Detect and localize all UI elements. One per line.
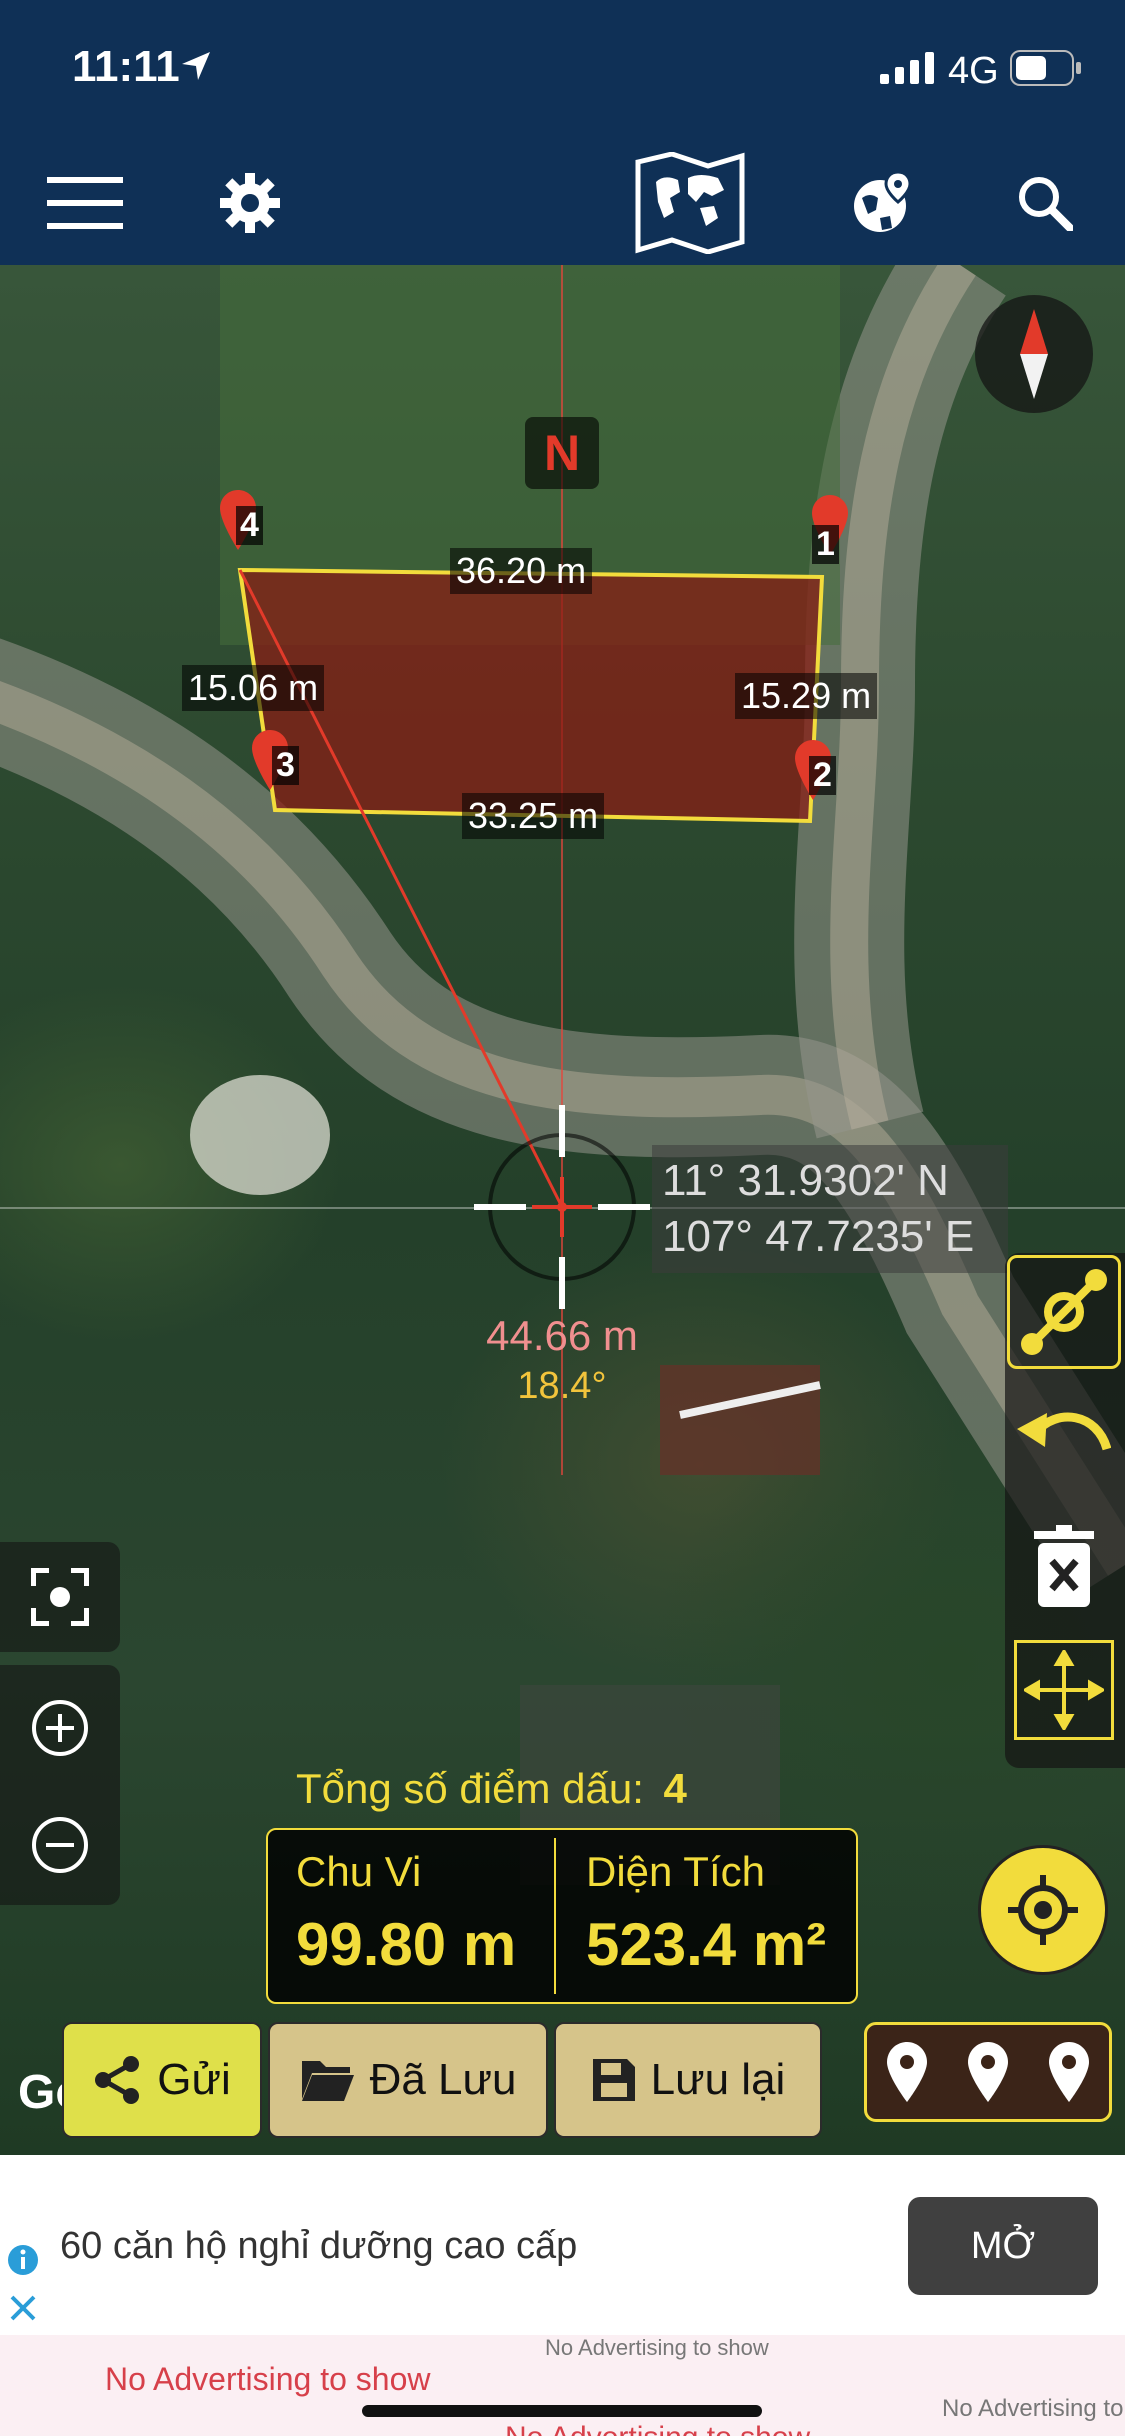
save-label: Lưu lại [650, 2055, 786, 2104]
ad-close-icon[interactable] [8, 2293, 38, 2323]
cursor-distance: 44.66 m [486, 1312, 638, 1359]
map-type-button[interactable] [630, 140, 750, 265]
settings-button[interactable] [200, 140, 300, 265]
no-ads-text: No Advertising to show [545, 2335, 769, 2360]
search-icon [1019, 176, 1073, 231]
perimeter-label: Chu Vi [296, 1848, 422, 1895]
longitude: 107° 47.7235' E [662, 1212, 975, 1261]
ad-banner[interactable]: 60 căn hộ nghỉ dưỡng cao cấp MỞ [0, 2155, 1125, 2335]
folder-icon [301, 2061, 354, 2101]
zoom-out-button[interactable] [0, 1787, 120, 1902]
marker-label: 3 [272, 746, 299, 785]
north-label: N [525, 417, 599, 489]
globe-button[interactable] [838, 140, 928, 265]
area-label: Diện Tích [586, 1848, 765, 1895]
crosshair-icon [474, 1105, 650, 1309]
no-ads-text: No Advertising to show [942, 2395, 1125, 2422]
world-map-icon [635, 151, 745, 254]
send-button[interactable]: Gửi [62, 2022, 262, 2138]
send-label: Gửi [157, 2055, 231, 2104]
app-header [0, 140, 1125, 265]
area-value: 523.4 m² [586, 1911, 827, 1978]
saved-button[interactable]: Đã Lưu [268, 2022, 548, 2138]
markers-toggle-button[interactable] [864, 2022, 1112, 2122]
undo-icon [1017, 1412, 1111, 1451]
cursor-angle: 18.4° [517, 1365, 607, 1407]
map-pin-icon [887, 2042, 928, 2102]
zoom-in-button[interactable] [0, 1670, 120, 1785]
marker-4[interactable]: 4 [220, 490, 263, 555]
gear-icon [220, 172, 280, 233]
gps-target-icon [1008, 1875, 1078, 1945]
zoom-out-icon [32, 1816, 88, 1873]
distance-left: 15.06 m [182, 665, 325, 711]
marker-label: 2 [809, 756, 836, 795]
points-value: 4 [663, 1765, 687, 1812]
marker-label: 1 [812, 525, 839, 564]
summary-divider [554, 1838, 556, 1994]
delete-button[interactable] [1007, 1510, 1121, 1624]
home-indicator [362, 2405, 762, 2417]
line-mode-button[interactable] [1007, 1255, 1121, 1369]
marker-label: 4 [236, 506, 263, 545]
measurement-summary: Chu Vi 99.80 m Diện Tích 523.4 m² [266, 1828, 858, 2004]
share-icon [95, 2056, 140, 2104]
status-bar: 11:11 4G [0, 0, 1125, 140]
no-ads-text: No Advertising to show [105, 2361, 431, 2397]
trash-icon [1034, 1525, 1094, 1607]
focus-frame-icon [31, 1568, 89, 1626]
marker-2[interactable]: 2 [795, 740, 836, 805]
distance-right: 15.29 m [735, 673, 878, 719]
save-button[interactable]: Lưu lại [554, 2022, 822, 2138]
perimeter-value: 99.80 m [296, 1911, 517, 1978]
distance-bottom: 33.25 m [462, 793, 605, 839]
marker-1[interactable]: 1 [812, 495, 848, 564]
distance-top: 36.20 m [450, 548, 593, 594]
points-count: Tổng số điểm dấu: 4 [296, 1765, 687, 1813]
search-button[interactable] [1000, 140, 1090, 265]
hamburger-menu-icon [47, 176, 123, 229]
zoom-in-icon [32, 1699, 88, 1756]
my-location-button[interactable] [978, 1845, 1108, 1975]
status-time: 11:11 [72, 42, 180, 91]
compass-needle-icon [1020, 309, 1048, 399]
ad-info-icon[interactable] [6, 2243, 40, 2277]
map-view[interactable]: N 1 2 3 4 36.20 m 15.29 m 33.25 m 15.06 … [0, 265, 1125, 2155]
signal-icon [880, 52, 934, 84]
expand-arrows-icon [1024, 1650, 1104, 1730]
compass-button[interactable] [975, 295, 1093, 413]
location-arrow-icon [182, 52, 210, 80]
network-type: 4G [948, 50, 999, 92]
ad-footer: No Advertising to show No Advertising to… [0, 2335, 1125, 2436]
globe-pin-icon [854, 169, 912, 232]
map-pin-icon [1048, 2042, 1089, 2102]
no-ads-text: No Advertising to show [505, 2421, 810, 2436]
ad-open-button[interactable]: MỞ [908, 2197, 1098, 2295]
coordinates-readout: 11° 31.9302' N 107° 47.7235' E [652, 1145, 1008, 1273]
floppy-disk-icon [592, 2059, 635, 2101]
map-pin-icon [967, 2042, 1008, 2102]
undo-button[interactable] [1007, 1377, 1121, 1491]
fit-bounds-button[interactable] [1014, 1640, 1114, 1740]
polyline-icon [1021, 1269, 1107, 1355]
ad-text: 60 căn hộ nghỉ dưỡng cao cấp [60, 2225, 578, 2267]
latitude: 11° 31.9302' N [662, 1156, 949, 1205]
focus-button[interactable] [0, 1542, 120, 1652]
points-label: Tổng số điểm dấu: [296, 1765, 644, 1812]
saved-label: Đã Lưu [369, 2055, 517, 2104]
menu-button[interactable] [30, 140, 140, 265]
marker-3[interactable]: 3 [252, 730, 299, 795]
battery-icon [1010, 50, 1081, 86]
